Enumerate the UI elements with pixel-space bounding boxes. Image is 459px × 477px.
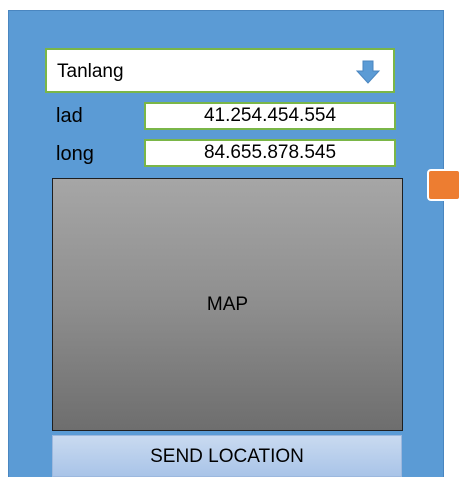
- map-label: MAP: [206, 294, 249, 315]
- latitude-field[interactable]: 41.254.454.554: [144, 102, 396, 130]
- longitude-label: long: [56, 143, 94, 165]
- page: Tanlang lad 41.254.454.554 long 84.655.8…: [0, 0, 459, 477]
- location-dropdown[interactable]: Tanlang: [45, 48, 395, 93]
- side-handle[interactable]: [427, 169, 459, 201]
- longitude-field[interactable]: 84.655.878.545: [144, 139, 396, 167]
- location-dropdown-value: Tanlang: [57, 61, 124, 82]
- send-location-button[interactable]: SEND LOCATION: [52, 435, 402, 477]
- map-view[interactable]: MAP: [52, 178, 403, 431]
- latitude-label: lad: [56, 105, 83, 127]
- arrow-down-icon[interactable]: [355, 59, 381, 85]
